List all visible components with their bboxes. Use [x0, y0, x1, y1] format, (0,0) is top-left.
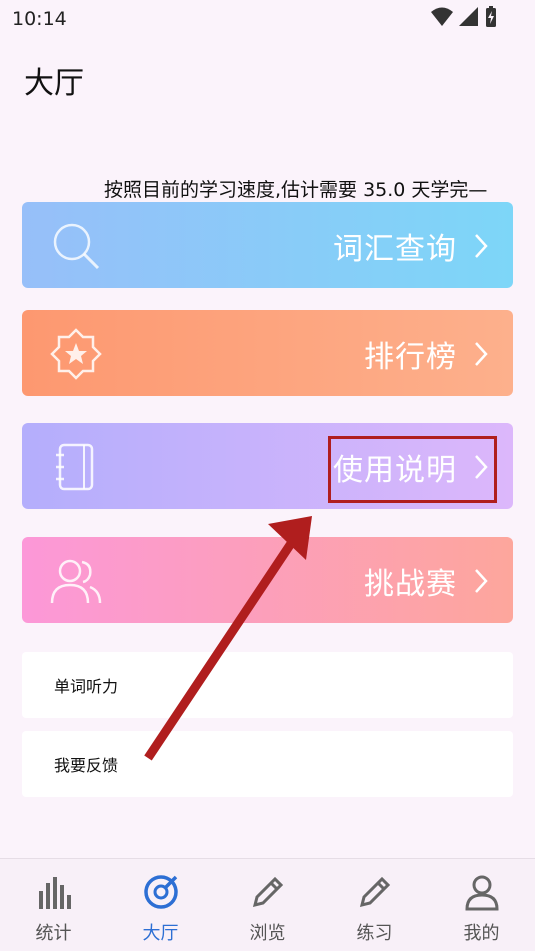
bottom-navigation: 统计 大厅 浏览 练习 我的 — [0, 858, 535, 951]
nav-item-mine[interactable]: 我的 — [428, 859, 535, 951]
page-title: 大厅 — [24, 66, 84, 101]
compass-icon — [143, 875, 178, 909]
list-item-feedback[interactable]: 我要反馈 — [22, 731, 513, 797]
notebook-icon — [56, 443, 94, 491]
nav-item-statistics[interactable]: 统计 — [0, 859, 107, 951]
challenge-label: 挑战赛 — [364, 567, 457, 602]
wifi-icon — [431, 7, 453, 26]
nav-item-lobby[interactable]: 大厅 — [107, 859, 214, 951]
nav-label-statistics: 统计 — [35, 923, 72, 944]
nav-label-practice: 练习 — [356, 923, 393, 944]
vocabulary-search-card[interactable]: 词汇查询 — [22, 202, 513, 288]
challenge-card[interactable]: 挑战赛 — [22, 537, 513, 623]
leaderboard-label: 排行榜 — [364, 340, 457, 375]
battery-icon — [486, 6, 496, 27]
chevron-right-icon — [475, 234, 488, 258]
chevron-right-icon — [475, 569, 488, 593]
vocabulary-search-label: 词汇查询 — [333, 232, 457, 267]
feedback-label: 我要反馈 — [54, 756, 119, 775]
person-icon — [464, 875, 499, 911]
leaderboard-card[interactable]: 排行榜 — [22, 310, 513, 396]
status-bar: 10:14 — [0, 0, 535, 38]
instructions-highlight-box — [328, 436, 497, 503]
chevron-right-icon — [475, 342, 488, 366]
pencil-icon — [252, 876, 283, 908]
nav-label-lobby: 大厅 — [142, 923, 179, 944]
signal-icon — [459, 7, 478, 26]
status-icons — [431, 6, 497, 28]
status-time: 10:14 — [12, 8, 67, 30]
bar-chart-icon — [38, 877, 71, 909]
search-icon — [53, 223, 100, 270]
word-listening-label: 单词听力 — [54, 677, 119, 696]
star-badge-icon — [50, 328, 102, 380]
users-icon — [50, 559, 102, 604]
nav-label-browse: 浏览 — [249, 923, 286, 944]
list-item-word-listening[interactable]: 单词听力 — [22, 652, 513, 718]
nav-label-mine: 我的 — [463, 923, 500, 944]
nav-item-browse[interactable]: 浏览 — [214, 859, 321, 951]
study-progress-marquee: 按照目前的学习速度,估计需要 35.0 天学完— — [104, 179, 488, 201]
nav-item-practice[interactable]: 练习 — [321, 859, 428, 951]
pencil-icon — [359, 876, 390, 908]
